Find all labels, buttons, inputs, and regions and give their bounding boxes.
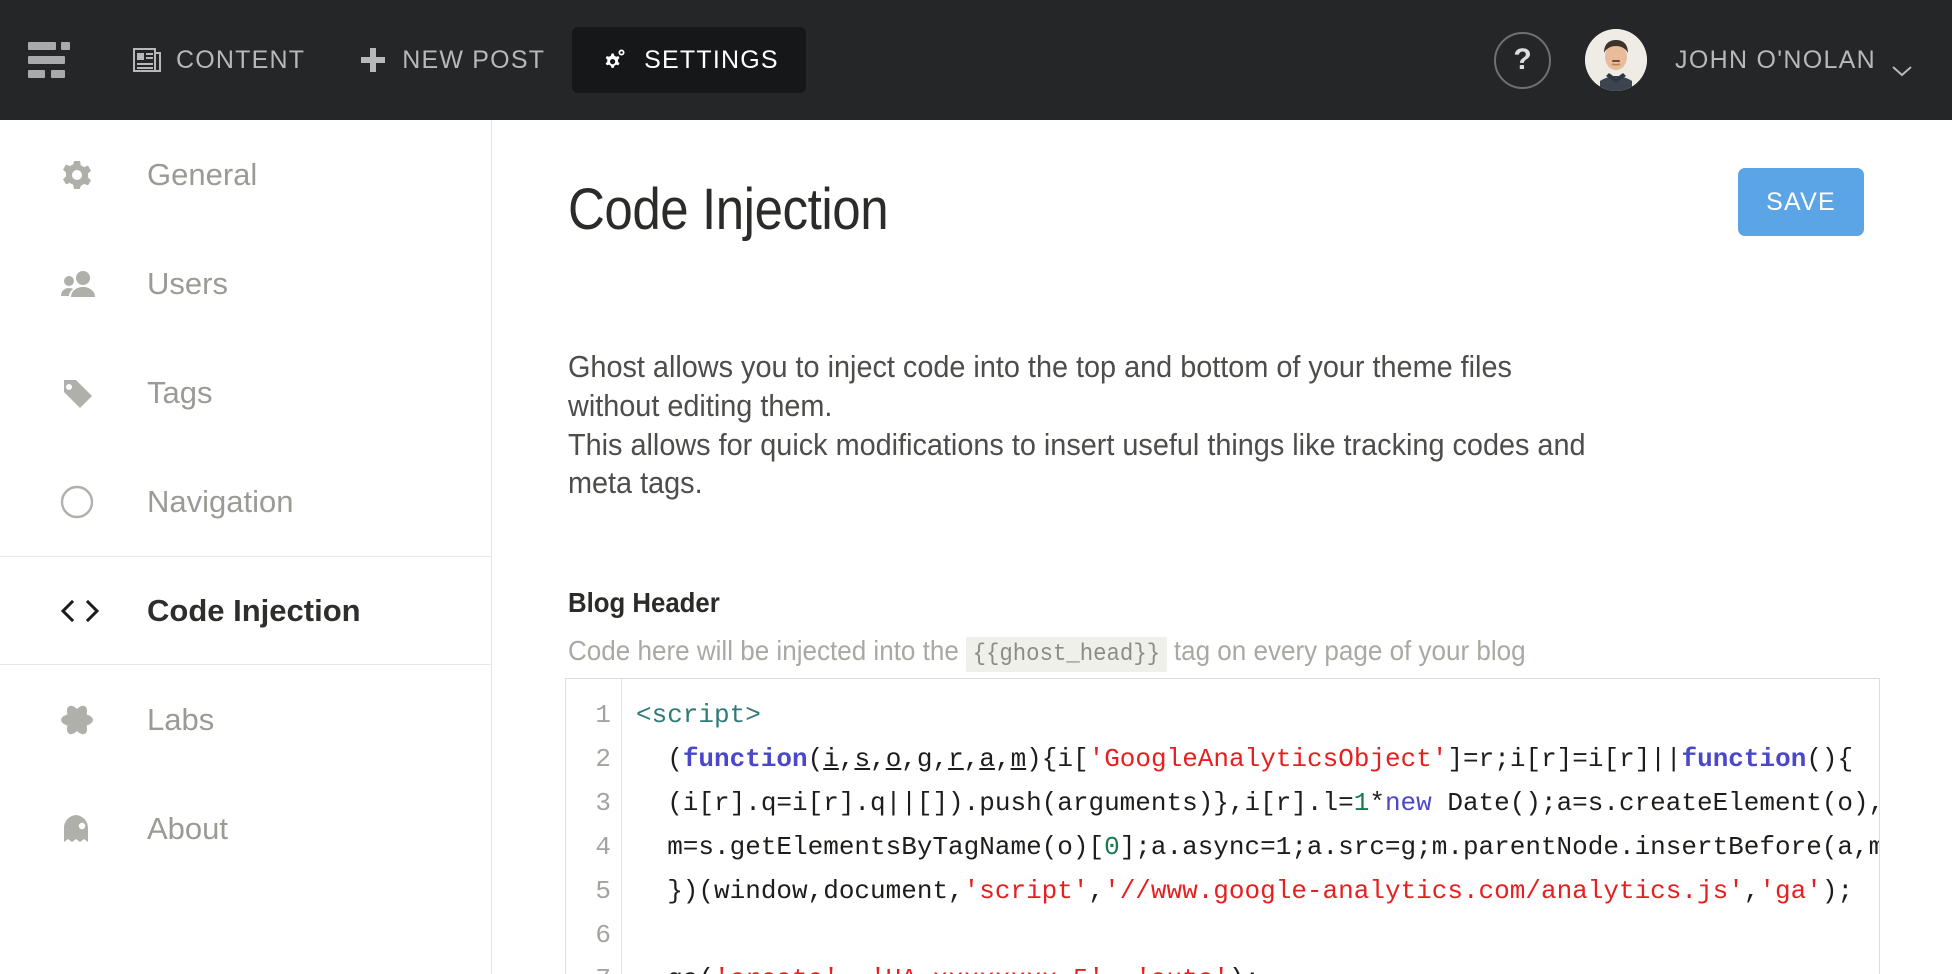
code-text-area[interactable]: <script> (function(i,s,o,g,r,a,m){i['Goo… (622, 679, 1879, 974)
sidebar-item-tags-label: Tags (147, 375, 212, 411)
tag-icon (60, 376, 102, 410)
gear-icon (599, 46, 629, 74)
sidebar-item-users-label: Users (147, 266, 228, 302)
code-line: m=s.getElementsByTagName(o)[0];a.async=1… (636, 825, 1879, 869)
chevron-down-icon (1892, 55, 1912, 66)
code-line: ga('create', 'UA-xxxxxxxx-5', 'auto'); (636, 957, 1879, 974)
hamburger-bar-2 (28, 56, 65, 64)
nav-item-content[interactable]: CONTENT (106, 27, 332, 93)
page-description-line-1: Ghost allows you to inject code into the… (568, 348, 1610, 426)
sidebar-item-code-injection[interactable]: Code Injection (0, 556, 491, 665)
blog-header-section-label: Blog Header (568, 587, 720, 619)
atom-icon (60, 703, 102, 737)
sidebar-item-labs[interactable]: Labs (0, 665, 491, 774)
ghost-icon (60, 812, 102, 846)
sidebar-item-general-label: General (147, 157, 257, 193)
nav-item-new-post[interactable]: NEW POST (332, 27, 572, 93)
hamburger-bar-1 (28, 42, 56, 50)
line-number: 7 (566, 957, 611, 974)
nav-item-content-label: CONTENT (176, 46, 305, 75)
sidebar-item-labs-label: Labs (147, 702, 214, 738)
sidebar-item-navigation[interactable]: Navigation (0, 447, 491, 556)
user-menu[interactable]: JOHN O'NOLAN (1675, 46, 1912, 75)
hamburger-bar-3 (28, 70, 45, 78)
newspaper-icon (133, 47, 161, 73)
line-number: 6 (566, 913, 611, 957)
code-line: (i[r].q=i[r].q||[]).push(arguments)},i[r… (636, 781, 1879, 825)
ghost-head-token: {{ghost_head}} (966, 637, 1167, 672)
line-number-gutter: 1 2 3 4 5 6 7 8 9 (566, 679, 622, 974)
sidebar-item-general[interactable]: General (0, 120, 491, 229)
line-number: 1 (566, 693, 611, 737)
page-description-line-2: This allows for quick modifications to i… (568, 426, 1610, 504)
user-menu-label: JOHN O'NOLAN (1675, 46, 1876, 75)
code-editor[interactable]: 1 2 3 4 5 6 7 8 9 <script> (function(i,s… (565, 678, 1880, 974)
help-icon-label: ? (1513, 43, 1531, 77)
nav-item-settings-label: SETTINGS (644, 46, 779, 75)
users-icon (60, 269, 102, 299)
code-line: <script> (636, 693, 1879, 737)
line-number: 4 (566, 825, 611, 869)
sidebar-item-tags[interactable]: Tags (0, 338, 491, 447)
blog-header-section-help: Code here will be injected into the {{gh… (568, 635, 1526, 668)
gear-icon (60, 158, 102, 192)
sidebar-item-navigation-label: Navigation (147, 484, 293, 520)
line-number: 5 (566, 869, 611, 913)
code-brackets-icon (60, 599, 102, 623)
compass-icon (60, 485, 102, 519)
hamburger-menu-icon[interactable] (28, 40, 68, 80)
avatar[interactable] (1585, 29, 1647, 91)
help-text-before: Code here will be injected into the (568, 635, 959, 666)
top-nav-right-group: ? JOHN O'NOLAN (1494, 29, 1912, 91)
sidebar-item-code-injection-label: Code Injection (147, 593, 361, 629)
main-content: Code Injection SAVE Ghost allows you to … (493, 120, 1952, 974)
save-button[interactable]: SAVE (1738, 168, 1864, 236)
sidebar-item-users[interactable]: Users (0, 229, 491, 338)
settings-sidebar: General Users Tags Navigation Code Injec… (0, 120, 492, 974)
nav-item-new-post-label: NEW POST (402, 46, 545, 75)
top-nav-left-group: CONTENT NEW POST SETTINGS (28, 27, 806, 93)
code-line: })(window,document,'script','//www.googl… (636, 869, 1879, 913)
help-text-after: tag on every page of your blog (1174, 635, 1526, 666)
sidebar-item-about[interactable]: About (0, 774, 491, 883)
top-navigation-bar: CONTENT NEW POST SETTINGS ? (0, 0, 1952, 120)
code-line: (function(i,s,o,g,r,a,m){i['GoogleAnalyt… (636, 737, 1879, 781)
sidebar-item-about-label: About (147, 811, 228, 847)
line-number: 3 (566, 781, 611, 825)
code-line (636, 913, 1879, 957)
page-title: Code Injection (568, 176, 888, 243)
plus-icon (359, 46, 387, 74)
line-number: 2 (566, 737, 611, 781)
page-description: Ghost allows you to inject code into the… (568, 348, 1610, 503)
help-icon[interactable]: ? (1494, 32, 1551, 89)
nav-item-settings[interactable]: SETTINGS (572, 27, 806, 93)
